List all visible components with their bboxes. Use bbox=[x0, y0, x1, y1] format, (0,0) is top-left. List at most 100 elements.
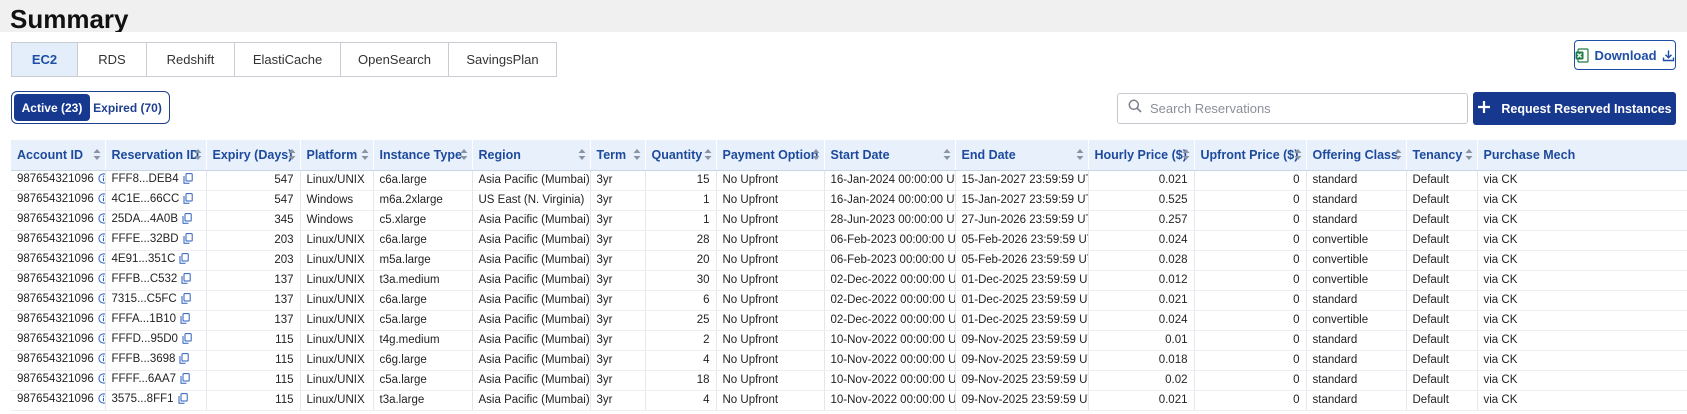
info-icon[interactable] bbox=[98, 393, 104, 407]
copy-icon[interactable] bbox=[183, 233, 193, 247]
column-header[interactable]: Platform bbox=[300, 140, 374, 171]
table-cell: 0 bbox=[1194, 330, 1307, 351]
table-cell: No Upfront bbox=[716, 290, 825, 311]
table-cell: 4 bbox=[645, 350, 717, 371]
copy-icon[interactable] bbox=[181, 273, 192, 287]
cell-value: Default bbox=[1412, 394, 1449, 406]
table-row[interactable]: 987654321096 7315...C5FC 137 Linux/UNIX c6a.… bbox=[11, 290, 1687, 311]
excel-icon bbox=[1575, 47, 1590, 63]
table-cell: 115 bbox=[206, 370, 301, 391]
column-header[interactable]: Payment Option bbox=[716, 140, 825, 171]
column-header[interactable]: Expiry (Days) bbox=[206, 140, 301, 171]
column-header[interactable]: Start Date bbox=[824, 140, 956, 171]
table-cell: 25 bbox=[645, 310, 717, 331]
tab-elasticache[interactable]: ElastiCache bbox=[235, 43, 341, 76]
table-cell: t4g.medium bbox=[373, 330, 473, 351]
cell-value: 115 bbox=[275, 334, 294, 346]
cell-value: Asia Pacific (Mumbai) bbox=[478, 314, 590, 326]
sort-icon bbox=[1465, 149, 1472, 160]
info-icon[interactable] bbox=[98, 213, 104, 227]
active-filter-button[interactable]: Active (23) bbox=[14, 94, 90, 121]
info-icon[interactable] bbox=[98, 373, 104, 387]
copy-icon[interactable] bbox=[178, 393, 188, 407]
table-cell: 3yr bbox=[590, 310, 646, 331]
column-header[interactable]: Account ID bbox=[11, 140, 106, 171]
column-header-label: Hourly Price ($) bbox=[1094, 147, 1187, 162]
table-cell: 09-Nov-2025 23:59:59 UTC bbox=[955, 350, 1089, 371]
column-header[interactable]: Purchase Mech bbox=[1477, 140, 1687, 171]
table-row[interactable]: 987654321096 FFFB...3698 115 Linux/UNIX c6g.… bbox=[11, 350, 1687, 371]
tab-ec2[interactable]: EC2 bbox=[12, 43, 78, 76]
copy-icon[interactable] bbox=[179, 353, 190, 367]
copy-icon[interactable] bbox=[182, 213, 192, 227]
column-header-label: Account ID bbox=[17, 147, 83, 162]
info-icon[interactable] bbox=[98, 253, 104, 267]
copy-icon[interactable] bbox=[183, 193, 193, 207]
info-icon[interactable] bbox=[98, 333, 104, 347]
copy-icon[interactable] bbox=[180, 313, 190, 327]
cell-value: 987654321096 bbox=[17, 233, 94, 245]
sort-icon bbox=[460, 149, 467, 160]
cell-value: standard bbox=[1312, 294, 1358, 306]
column-header[interactable]: End Date bbox=[955, 140, 1089, 171]
column-header[interactable]: Tenancy bbox=[1406, 140, 1478, 171]
cell-value: FFFA...1B10 bbox=[111, 313, 177, 325]
table-row[interactable]: 987654321096 FFF8...DEB4 547 Linux/UNIX c6a.… bbox=[11, 170, 1687, 191]
info-icon[interactable] bbox=[98, 293, 104, 307]
table-row[interactable]: 987654321096 FFFB...C532 137 Linux/UNIX t3a.… bbox=[11, 270, 1687, 291]
info-icon[interactable] bbox=[98, 353, 104, 367]
column-header[interactable]: Instance Type bbox=[373, 140, 473, 171]
table-row[interactable]: 987654321096 FFFF...6AA7 115 Linux/UNIX c5a.… bbox=[11, 370, 1687, 391]
table-cell: 0 bbox=[1194, 270, 1307, 291]
table-row[interactable]: 987654321096 25DA...4A0B 345 Windows c5.xlar… bbox=[11, 210, 1687, 231]
cell-value: Default bbox=[1412, 274, 1449, 286]
info-icon[interactable] bbox=[98, 193, 104, 207]
cell-value: via CK bbox=[1483, 394, 1518, 406]
column-header[interactable]: Term bbox=[590, 140, 646, 171]
table-cell: Windows bbox=[300, 210, 374, 231]
copy-icon[interactable] bbox=[182, 333, 192, 347]
table-row[interactable]: 987654321096 4E91...351C 203 Linux/UNIX m5a.… bbox=[11, 250, 1687, 271]
tab-redshift[interactable]: Redshift bbox=[147, 43, 235, 76]
tab-rds[interactable]: RDS bbox=[78, 43, 147, 76]
cell-value: 0 bbox=[1293, 374, 1300, 386]
table-row[interactable]: 987654321096 4C1E...66CC 547 Windows m6a.2xl… bbox=[11, 190, 1687, 211]
copy-icon[interactable] bbox=[179, 253, 190, 267]
info-icon[interactable] bbox=[98, 173, 104, 187]
download-button[interactable]: Download bbox=[1574, 40, 1676, 70]
table-cell: 0.028 bbox=[1088, 250, 1195, 271]
table-cell: No Upfront bbox=[716, 170, 825, 191]
column-header[interactable]: Upfront Price ($) bbox=[1194, 140, 1307, 171]
table-cell: 30 bbox=[645, 270, 717, 291]
request-reserved-instances-button[interactable]: Request Reserved Instances bbox=[1473, 92, 1676, 125]
table-row[interactable]: 987654321096 3575...8FF1 115 Linux/UNIX t3a.… bbox=[11, 390, 1687, 411]
cell-value: Windows bbox=[306, 194, 354, 206]
copy-icon[interactable] bbox=[183, 173, 193, 187]
search-input[interactable] bbox=[1150, 101, 1450, 116]
column-header[interactable]: Offering Class bbox=[1306, 140, 1407, 171]
plus-icon bbox=[1477, 100, 1491, 117]
tab-opensearch[interactable]: OpenSearch bbox=[341, 43, 449, 76]
expired-filter-button[interactable]: Expired (70) bbox=[90, 94, 165, 121]
copy-icon[interactable] bbox=[181, 293, 191, 307]
tab-savingsplan[interactable]: SavingsPlan bbox=[449, 43, 556, 76]
cell-value: 547 bbox=[274, 194, 294, 206]
table-cell: 3yr bbox=[590, 210, 646, 231]
column-header[interactable]: Reservation ID bbox=[105, 140, 207, 171]
table-row[interactable]: 987654321096 FFFA...1B10 137 Linux/UNIX c5a.… bbox=[11, 310, 1687, 331]
table-cell: via CK bbox=[1477, 190, 1687, 211]
column-header-label: Reservation ID bbox=[111, 147, 200, 162]
info-icon[interactable] bbox=[98, 313, 104, 327]
request-button-label: Request Reserved Instances bbox=[1501, 101, 1672, 116]
table-row[interactable]: 987654321096 FFFD...95D0 115 Linux/UNIX t4g.… bbox=[11, 330, 1687, 351]
table-cell: via CK bbox=[1477, 250, 1687, 271]
info-icon[interactable] bbox=[98, 273, 104, 287]
table-row[interactable]: 987654321096 FFFE...32BD 203 Linux/UNIX c6a.… bbox=[11, 230, 1687, 251]
column-header[interactable]: Hourly Price ($) bbox=[1088, 140, 1195, 171]
column-header[interactable]: Region bbox=[472, 140, 591, 171]
copy-icon[interactable] bbox=[180, 373, 190, 387]
info-icon[interactable] bbox=[98, 233, 104, 247]
cell-value: 203 bbox=[274, 254, 294, 266]
column-header[interactable]: Quantity bbox=[645, 140, 717, 171]
cell-value: 3yr bbox=[596, 214, 613, 226]
